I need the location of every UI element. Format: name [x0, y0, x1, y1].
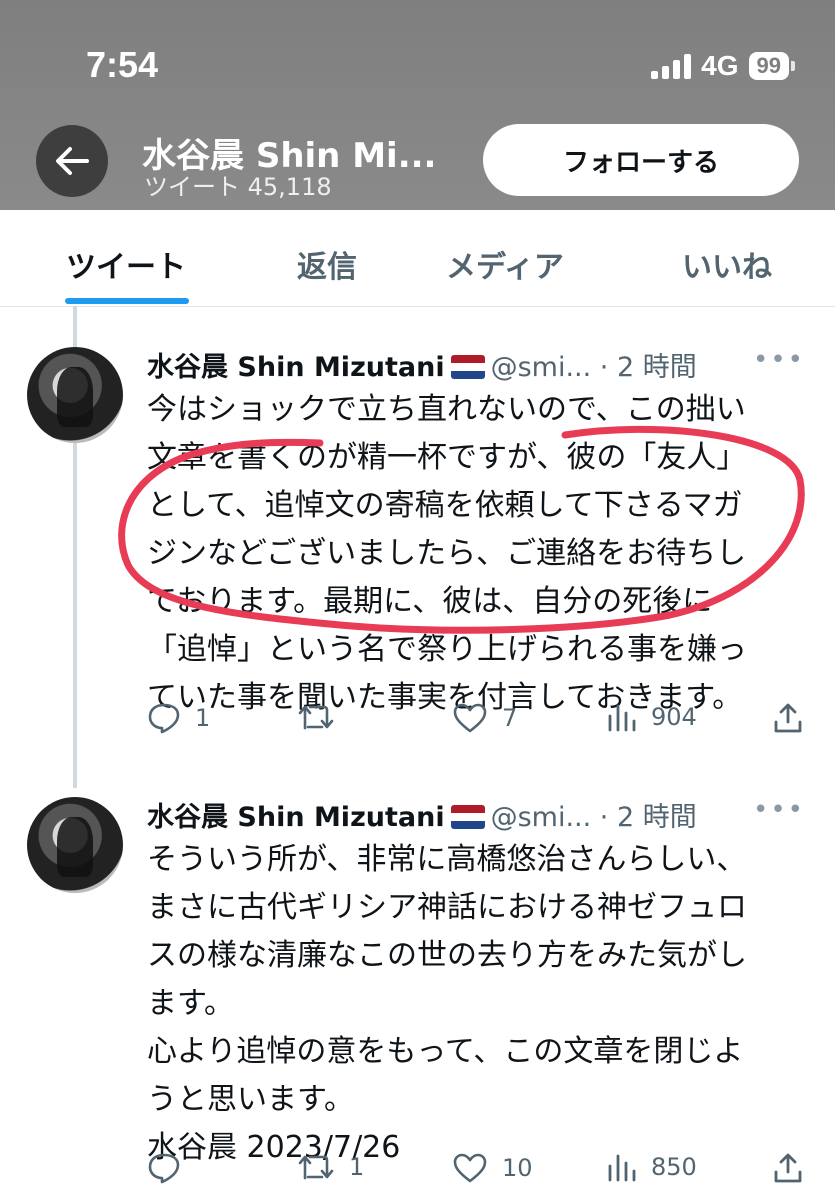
view-count: 904 — [651, 703, 697, 731]
tweet-meta: @smi... · 2 時間 — [490, 352, 697, 383]
tweet-line: ております。最期に、彼は、自分の死後に — [147, 584, 713, 619]
views-button[interactable]: 904 — [607, 702, 697, 732]
tab-likes[interactable]: いいね — [682, 242, 772, 286]
like-button[interactable]: 10 — [452, 1152, 533, 1184]
retweet-count: 1 — [349, 1153, 365, 1181]
share-icon — [774, 1153, 802, 1183]
tweet-line: 今はショックで立ち直れないので、この拙い — [147, 392, 746, 427]
avatar[interactable] — [27, 797, 123, 893]
battery-tip — [791, 61, 795, 71]
retweet-icon — [298, 1155, 334, 1180]
more-options-icon[interactable]: ••• — [753, 345, 805, 375]
tab-media[interactable]: メディア — [446, 242, 564, 286]
tweet-header: 水谷晨 Shin Mizutani @smi... · 2 時間 — [147, 345, 697, 384]
retweet-button[interactable] — [297, 702, 349, 732]
tab-replies[interactable]: 返信 — [297, 242, 357, 286]
tweet-line: 文章を書くのが精一杯ですが、彼の「友人」 — [147, 440, 747, 475]
like-button[interactable]: 7 — [452, 702, 517, 734]
tweet-line: ジンなどございましたら、ご連絡をお待ちし — [147, 536, 747, 571]
reply-button[interactable]: 1 — [147, 702, 210, 734]
tweet-meta: @smi... · 2 時間 — [490, 802, 697, 833]
tweet-actions: 1 7 904 — [147, 702, 807, 742]
reply-icon — [148, 1153, 180, 1184]
tweet-text: 今はショックで立ち直れないので、この拙い 文章を書くのが精一杯ですが、彼の「友人… — [147, 386, 807, 722]
tweet-line: として、追悼文の寄稿を依頼して下さるマガ — [147, 488, 743, 523]
tweet-line: ます。 — [147, 986, 234, 1021]
tweet-header: 水谷晨 Shin Mizutani @smi... · 2 時間 — [147, 795, 697, 834]
avatar[interactable] — [27, 347, 123, 443]
share-icon — [774, 703, 802, 733]
active-tab-indicator — [65, 298, 189, 304]
author-name[interactable]: 水谷晨 Shin Mizutani — [147, 352, 445, 383]
network-type: 4G — [701, 50, 739, 81]
more-options-icon[interactable]: ••• — [753, 795, 805, 825]
status-indicators: 4G 99 — [651, 50, 795, 82]
profile-tabs: ツイート 返信 メディア いいね — [0, 210, 835, 307]
netherlands-flag-icon — [450, 805, 485, 829]
retweet-button[interactable]: 1 — [297, 1152, 364, 1182]
tweet-line: そういう所が、非常に高橋悠治さんらしい、 — [147, 842, 747, 877]
battery-icon: 99 — [748, 52, 789, 80]
like-count: 7 — [502, 704, 518, 732]
tweet-line: スの様な清廉なこの世の去り方をみた気がし — [147, 938, 747, 973]
author-name[interactable]: 水谷晨 Shin Mizutani — [147, 802, 445, 833]
like-count: 10 — [502, 1154, 533, 1182]
tweet-actions: 1 10 850 — [147, 1152, 807, 1192]
tweet-line: うと思います。 — [147, 1082, 354, 1117]
tweet-count: ツイート 45,118 — [144, 173, 332, 201]
status-time: 7:54 — [86, 44, 159, 85]
analytics-icon — [608, 1154, 636, 1182]
heart-icon — [453, 1153, 487, 1183]
follow-button[interactable]: フォローする — [483, 124, 799, 196]
analytics-icon — [608, 704, 636, 732]
view-count: 850 — [651, 1153, 697, 1181]
netherlands-flag-icon — [450, 355, 485, 379]
reply-button[interactable] — [147, 1152, 195, 1184]
tweet-line: 心より追悼の意をもって、この文章を閉じよ — [147, 1034, 744, 1069]
share-button[interactable] — [773, 702, 803, 734]
tweet-line: まさに古代ギリシア神話における神ゼフュロ — [147, 890, 747, 925]
share-button[interactable] — [773, 1152, 803, 1184]
views-button[interactable]: 850 — [607, 1152, 697, 1182]
tab-tweets[interactable]: ツイート — [66, 242, 186, 286]
reply-icon — [148, 703, 180, 734]
retweet-icon — [298, 705, 334, 730]
heart-icon — [453, 703, 487, 733]
tweet-line: 「追悼」という名で祭り上げられる事を嫌っ — [147, 632, 747, 667]
tweet-text: そういう所が、非常に高橋悠治さんらしい、 まさに古代ギリシア神話における神ゼフュ… — [147, 836, 807, 1172]
signal-icon — [651, 53, 692, 79]
reply-count: 1 — [195, 704, 211, 732]
back-button[interactable] — [36, 125, 108, 197]
arrow-left-icon — [56, 147, 89, 175]
